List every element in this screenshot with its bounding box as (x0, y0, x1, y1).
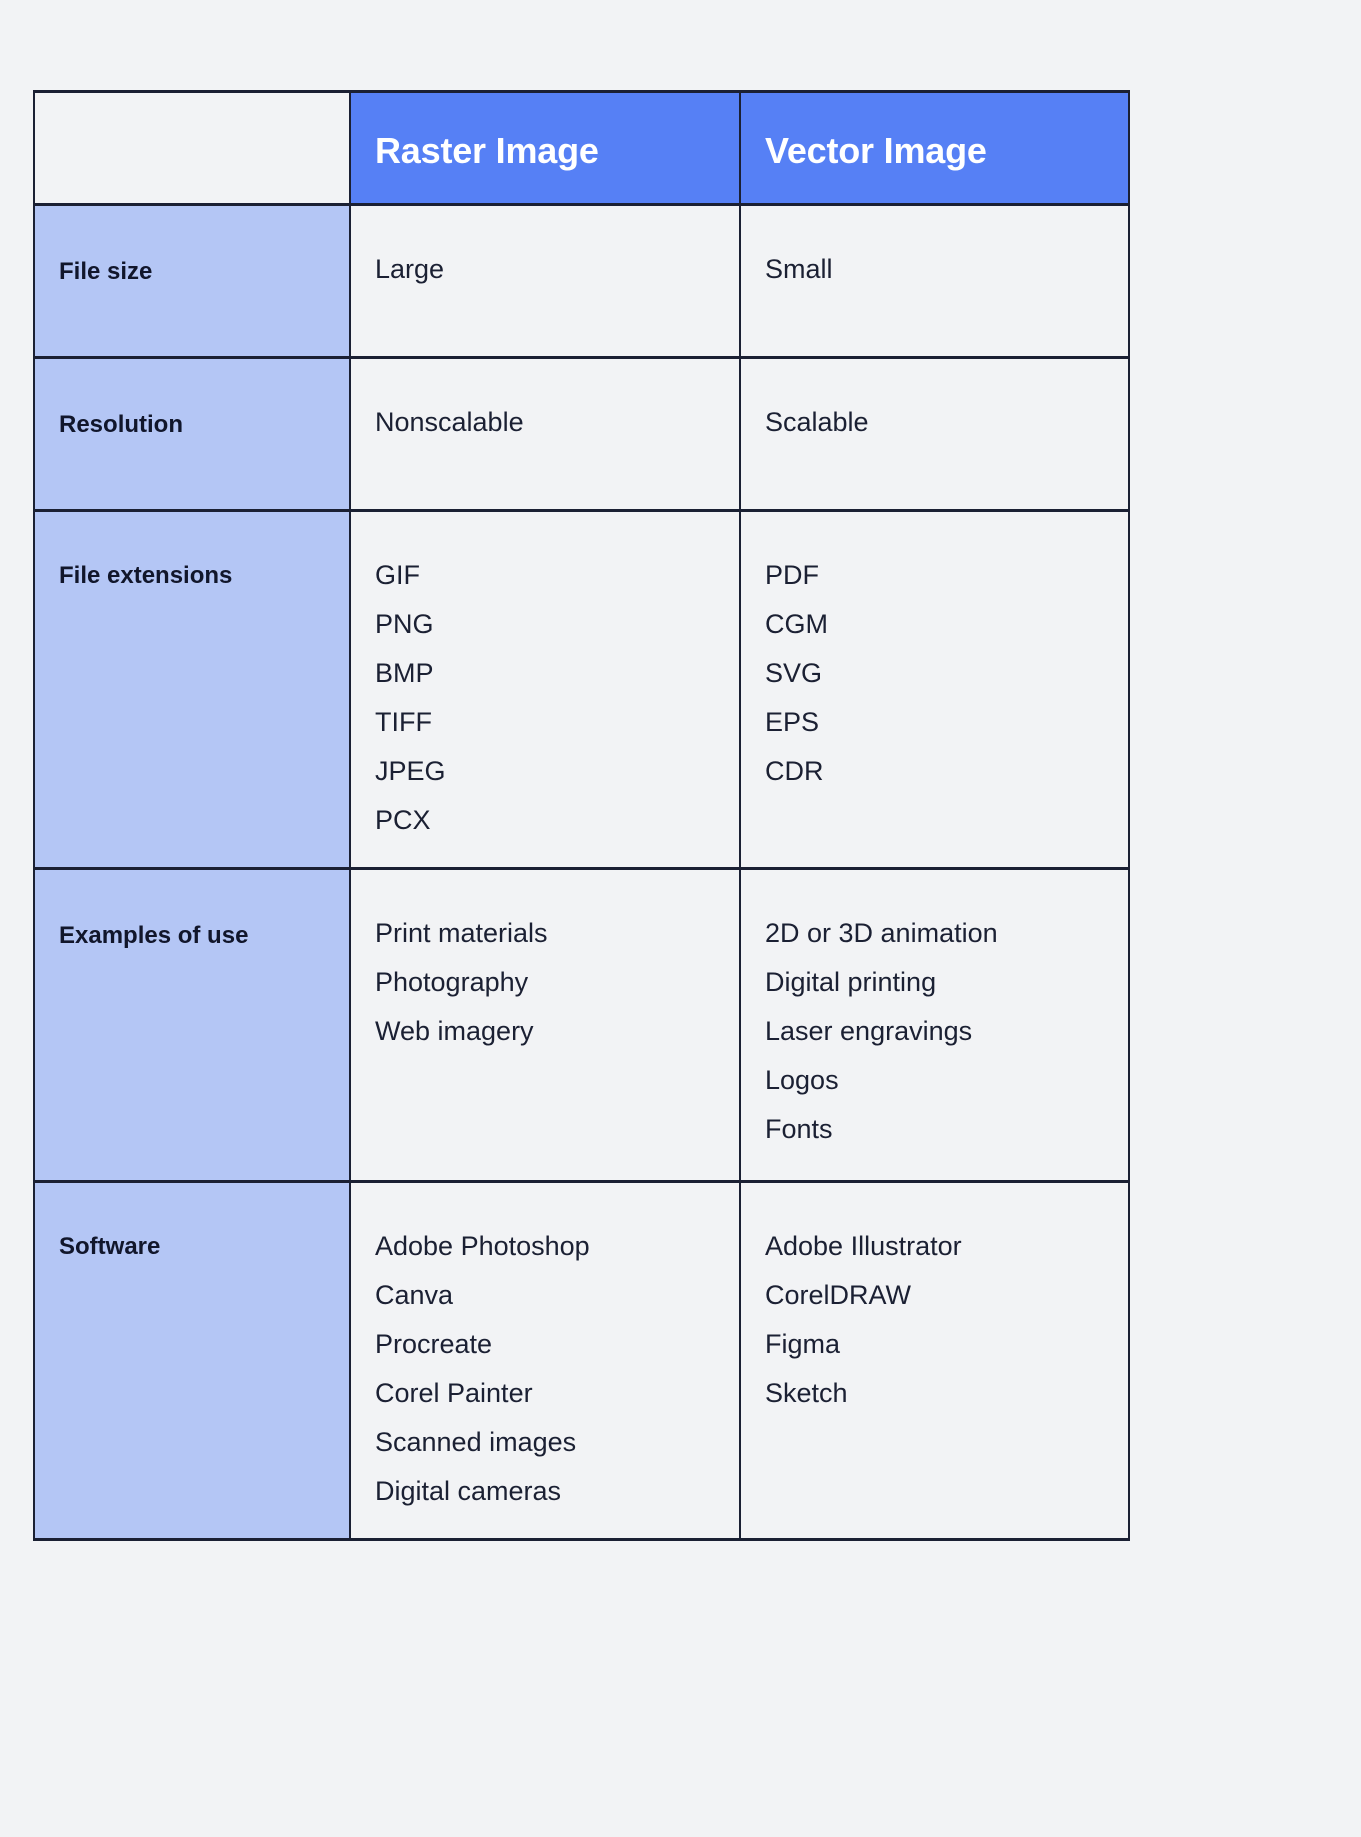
row-label-cell-software: Software (33, 1180, 351, 1541)
row-label-cell-file-size: File size (33, 203, 351, 359)
value-item: Adobe Illustrator (765, 1231, 962, 1261)
value-list: Small (741, 256, 1128, 283)
row-label-file-size: File size (59, 258, 153, 285)
value-item: Adobe Photoshop (375, 1231, 590, 1261)
value-item: Web imagery (375, 1016, 534, 1046)
value-list: GIF PNG BMP TIFF JPEG PCX (351, 562, 739, 834)
value-item: Small (765, 254, 833, 284)
value-item: Digital cameras (375, 1476, 562, 1506)
value-item: TIFF (375, 707, 432, 737)
cell-vector-resolution: Scalable (739, 356, 1130, 512)
header-cell-empty (33, 90, 351, 206)
header-cell-vector: Vector Image (739, 90, 1130, 206)
value-item: Photography (375, 967, 529, 997)
value-item: Large (375, 254, 445, 284)
cell-raster-software: Adobe Photoshop Canva Procreate Corel Pa… (349, 1180, 741, 1541)
value-item: PDF (765, 560, 819, 590)
table-row: File size Large Small (33, 203, 1130, 359)
table-row: Software Adobe Photoshop Canva Procreate… (33, 1180, 1130, 1541)
value-list: 2D or 3D animation Digital printing Lase… (741, 920, 1128, 1143)
table-header-row: Raster Image Vector Image (33, 90, 1130, 206)
value-item: Fonts (765, 1114, 833, 1144)
value-item: Print materials (375, 918, 548, 948)
row-label-resolution: Resolution (59, 411, 183, 438)
table-row: Examples of use Print materials Photogra… (33, 867, 1130, 1183)
row-label-cell-resolution: Resolution (33, 356, 351, 512)
value-item: Procreate (375, 1329, 493, 1359)
cell-vector-software: Adobe Illustrator CorelDRAW Figma Sketch (739, 1180, 1130, 1541)
value-item: Corel Painter (375, 1378, 533, 1408)
row-label-cell-examples-of-use: Examples of use (33, 867, 351, 1183)
value-item: Canva (375, 1280, 454, 1310)
row-label-cell-file-extensions: File extensions (33, 509, 351, 870)
table-row: Resolution Nonscalable Scalable (33, 356, 1130, 512)
value-item: GIF (375, 560, 420, 590)
cell-raster-file-extensions: GIF PNG BMP TIFF JPEG PCX (349, 509, 741, 870)
value-item: JPEG (375, 756, 446, 786)
value-list: Nonscalable (351, 409, 739, 436)
value-list: Adobe Photoshop Canva Procreate Corel Pa… (351, 1233, 739, 1505)
value-item: EPS (765, 707, 820, 737)
value-item: SVG (765, 658, 823, 688)
value-item: Scalable (765, 407, 869, 437)
value-item: CDR (765, 756, 824, 786)
comparison-table-container: Raster Image Vector Image File size Larg… (33, 90, 1130, 1541)
cell-raster-resolution: Nonscalable (349, 356, 741, 512)
value-item: Nonscalable (375, 407, 524, 437)
value-item: BMP (375, 658, 434, 688)
value-item: PCX (375, 805, 431, 835)
value-item: Figma (765, 1329, 841, 1359)
value-item: Scanned images (375, 1427, 577, 1457)
value-item: CGM (765, 609, 828, 639)
cell-vector-file-extensions: PDF CGM SVG EPS CDR (739, 509, 1130, 870)
value-item: Laser engravings (765, 1016, 973, 1046)
raster-vs-vector-comparison-table: Raster Image Vector Image File size Larg… (33, 90, 1130, 1541)
value-item: PNG (375, 609, 434, 639)
value-item: Digital printing (765, 967, 937, 997)
row-label-examples-of-use: Examples of use (59, 922, 249, 949)
cell-raster-file-size: Large (349, 203, 741, 359)
table-row: File extensions GIF PNG BMP TIFF JPEG PC… (33, 509, 1130, 870)
cell-vector-examples-of-use: 2D or 3D animation Digital printing Lase… (739, 867, 1130, 1183)
value-list: Adobe Illustrator CorelDRAW Figma Sketch (741, 1233, 1128, 1407)
value-item: CorelDRAW (765, 1280, 912, 1310)
cell-vector-file-size: Small (739, 203, 1130, 359)
value-list: Print materials Photography Web imagery (351, 920, 739, 1045)
value-item: 2D or 3D animation (765, 918, 998, 948)
value-item: Logos (765, 1065, 839, 1095)
row-label-software: Software (59, 1233, 161, 1260)
header-label-vector: Vector Image (765, 130, 987, 171)
row-label-file-extensions: File extensions (59, 562, 233, 589)
value-item: Sketch (765, 1378, 848, 1408)
value-list: Scalable (741, 409, 1128, 436)
header-label-raster: Raster Image (375, 130, 599, 171)
cell-raster-examples-of-use: Print materials Photography Web imagery (349, 867, 741, 1183)
value-list: PDF CGM SVG EPS CDR (741, 562, 1128, 785)
value-list: Large (351, 256, 739, 283)
header-cell-raster: Raster Image (349, 90, 741, 206)
